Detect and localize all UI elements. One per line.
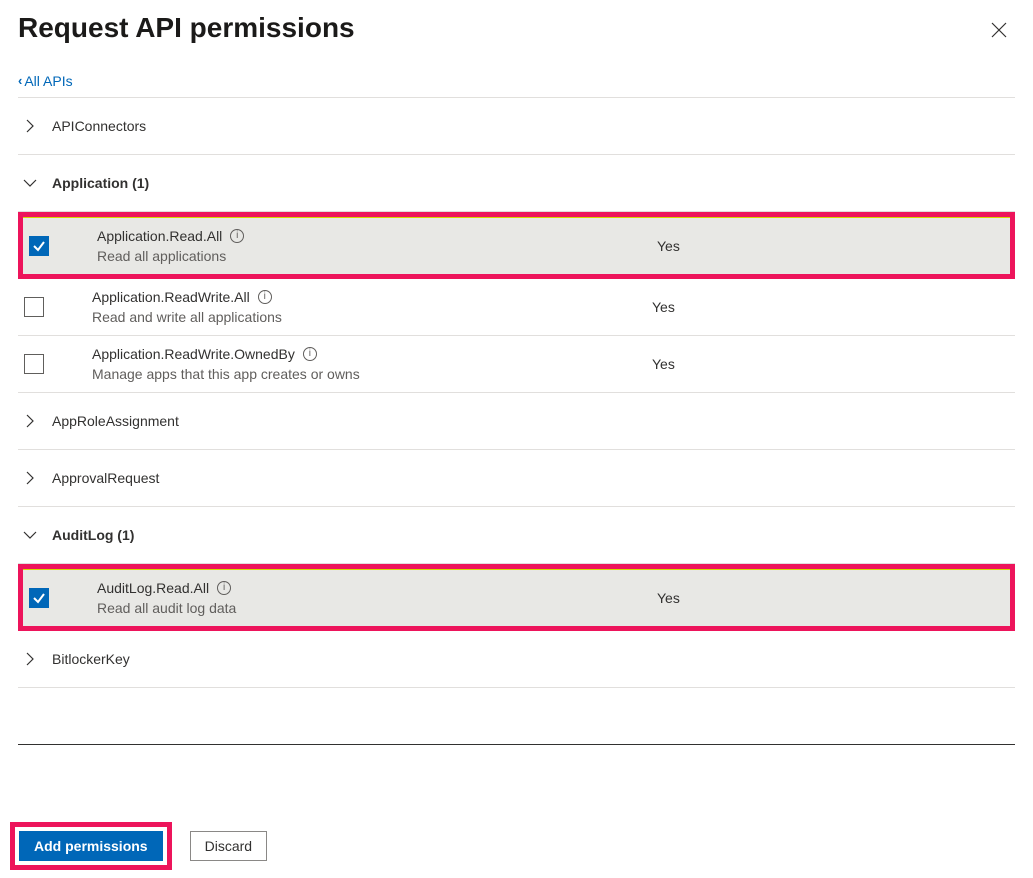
back-link-label: All APIs bbox=[24, 73, 72, 89]
group-header-bitlockerkey[interactable]: BitlockerKey bbox=[18, 631, 1015, 688]
permission-checkbox[interactable] bbox=[29, 236, 49, 256]
permission-checkbox[interactable] bbox=[24, 354, 44, 374]
info-icon[interactable]: i bbox=[230, 229, 244, 243]
permission-admin-consent: Yes bbox=[652, 299, 675, 315]
permission-info: AuditLog.Read.All i Read all audit log dat… bbox=[97, 580, 657, 616]
permission-admin-consent: Yes bbox=[657, 238, 680, 254]
permission-admin-consent: Yes bbox=[657, 590, 680, 606]
permission-info: Application.Read.All i Read all applicatio… bbox=[97, 228, 657, 264]
back-link-all-apis[interactable]: ‹ All APIs bbox=[18, 73, 73, 89]
group-label: Application (1) bbox=[52, 175, 149, 191]
chevron-left-icon: ‹ bbox=[18, 73, 22, 88]
group-label: BitlockerKey bbox=[52, 651, 130, 667]
permission-info: Application.ReadWrite.All i Read and write… bbox=[92, 289, 652, 325]
add-permissions-button[interactable]: Add permissions bbox=[19, 831, 163, 861]
highlight-box: AuditLog.Read.All i Read all audit log dat… bbox=[18, 564, 1015, 631]
info-icon[interactable]: i bbox=[217, 581, 231, 595]
discard-button[interactable]: Discard bbox=[190, 831, 267, 861]
permission-row[interactable]: Application.ReadWrite.All i Read and write… bbox=[18, 279, 1015, 336]
permission-checkbox[interactable] bbox=[24, 297, 44, 317]
chevron-right-icon bbox=[22, 470, 38, 486]
chevron-right-icon bbox=[22, 413, 38, 429]
permission-description: Read and write all applications bbox=[92, 309, 652, 325]
highlight-box: Application.Read.All i Read all applicatio… bbox=[18, 212, 1015, 279]
info-icon[interactable]: i bbox=[303, 347, 317, 361]
chevron-down-icon bbox=[22, 175, 38, 191]
group-label: ApprovalRequest bbox=[52, 470, 159, 486]
info-icon[interactable]: i bbox=[258, 290, 272, 304]
group-header-approvalrequest[interactable]: ApprovalRequest bbox=[18, 450, 1015, 507]
group-label: APIConnectors bbox=[52, 118, 146, 134]
chevron-right-icon bbox=[22, 118, 38, 134]
permission-row[interactable]: Application.ReadWrite.OwnedBy i Manage app… bbox=[18, 336, 1015, 393]
page-title: Request API permissions bbox=[18, 12, 355, 44]
permission-admin-consent: Yes bbox=[652, 356, 675, 372]
group-header-application[interactable]: Application (1) bbox=[18, 155, 1015, 212]
permission-description: Read all audit log data bbox=[97, 600, 657, 616]
group-header-apiconnectors[interactable]: APIConnectors bbox=[18, 98, 1015, 155]
permission-name: Application.ReadWrite.OwnedBy bbox=[92, 346, 295, 362]
group-header-approleassignment[interactable]: AppRoleAssignment bbox=[18, 393, 1015, 450]
permission-row[interactable]: AuditLog.Read.All i Read all audit log dat… bbox=[23, 569, 1010, 626]
permission-checkbox[interactable] bbox=[29, 588, 49, 608]
close-icon[interactable] bbox=[987, 18, 1011, 45]
permission-description: Manage apps that this app creates or own… bbox=[92, 366, 652, 382]
permission-info: Application.ReadWrite.OwnedBy i Manage app… bbox=[92, 346, 652, 382]
highlight-add-permissions: Add permissions bbox=[10, 822, 172, 870]
permission-name: AuditLog.Read.All bbox=[97, 580, 209, 596]
group-label: AuditLog (1) bbox=[52, 527, 134, 543]
permission-name: Application.ReadWrite.All bbox=[92, 289, 250, 305]
chevron-down-icon bbox=[22, 527, 38, 543]
permission-name: Application.Read.All bbox=[97, 228, 222, 244]
group-header-auditlog[interactable]: AuditLog (1) bbox=[18, 507, 1015, 564]
permission-row[interactable]: Application.Read.All i Read all applicatio… bbox=[23, 217, 1010, 274]
chevron-right-icon bbox=[22, 651, 38, 667]
permission-description: Read all applications bbox=[97, 248, 657, 264]
group-label: AppRoleAssignment bbox=[52, 413, 179, 429]
